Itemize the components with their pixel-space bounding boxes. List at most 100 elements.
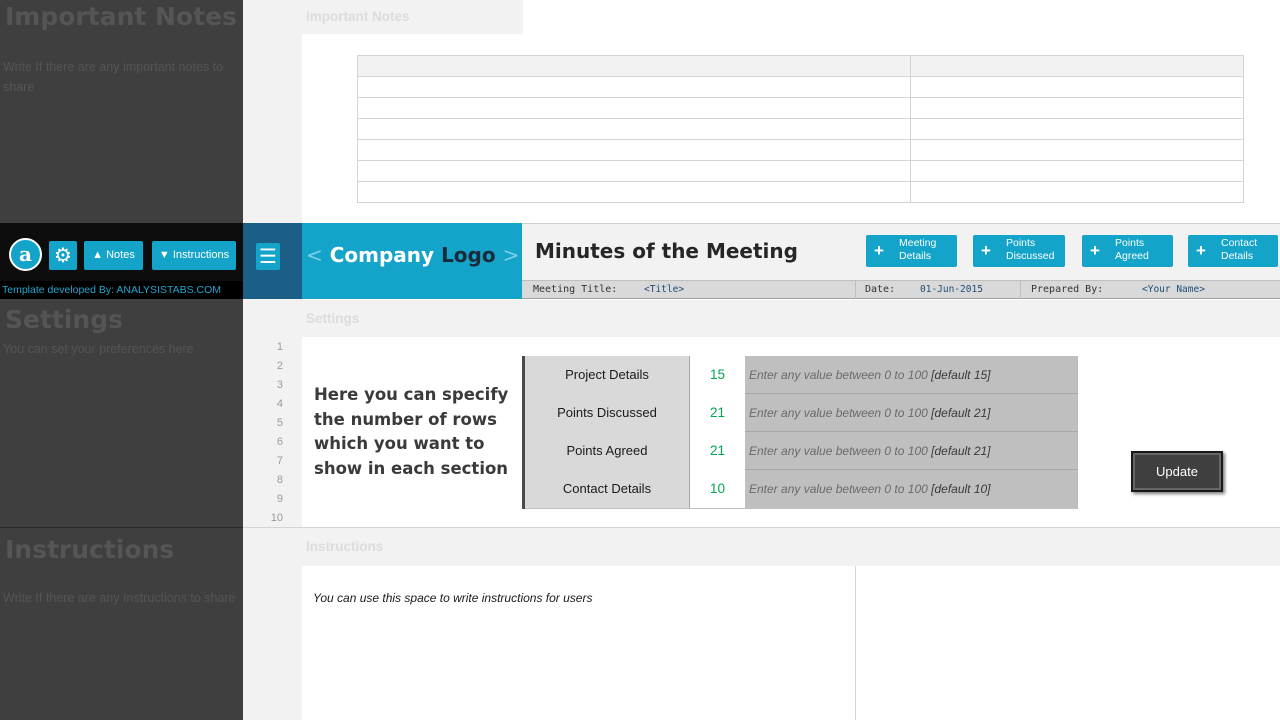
meta-divider	[855, 281, 856, 299]
row-number: 8	[276, 474, 283, 486]
meta-divider	[1020, 281, 1021, 299]
page-title: Minutes of the Meeting	[535, 239, 798, 263]
row-number: 1	[276, 341, 283, 353]
meeting-title-label: Meeting Title:	[533, 284, 618, 295]
contact-details-rows-input[interactable]: 10	[690, 470, 745, 508]
settings-panel-description: You can set your preferences here	[3, 342, 194, 356]
points-discussed-rows-input[interactable]: 21	[690, 394, 745, 432]
notes-table[interactable]	[357, 55, 1244, 203]
row-number: 10	[270, 512, 283, 524]
points-agreed-rows-input[interactable]: 21	[690, 432, 745, 470]
row-number: 2	[276, 360, 283, 372]
hint-text: Enter any value between 0 to 100	[749, 368, 928, 382]
settings-row-hint: Enter any value between 0 to 100 [defaul…	[749, 470, 991, 508]
default-value: [default 10]	[931, 482, 991, 496]
nav-button-label: Meeting Details	[899, 237, 937, 262]
settings-row-points-agreed: Points Agreed 21 Enter any value between…	[525, 432, 1078, 470]
company-logo-word: Logo	[441, 243, 496, 267]
table-cell[interactable]	[910, 118, 1244, 140]
settings-row-label: Points Agreed	[525, 432, 690, 470]
update-button[interactable]: Update	[1131, 451, 1223, 492]
left-panel: Important Notes Write If there are any i…	[0, 0, 243, 720]
table-row	[357, 55, 1244, 77]
prepared-by-label: Prepared By:	[1031, 284, 1104, 295]
settings-table: Project Details 15 Enter any value betwe…	[522, 356, 1078, 509]
default-value: [default 21]	[931, 406, 991, 420]
nav-button-label: Contact Details	[1221, 237, 1258, 262]
company-logo: < Company Logo >	[306, 243, 519, 267]
settings-row-points-discussed: Points Discussed 21 Enter any value betw…	[525, 394, 1078, 432]
instructions-text[interactable]: You can use this space to write instruct…	[313, 591, 592, 605]
settings-row-contact-details: Contact Details 10 Enter any value betwe…	[525, 470, 1078, 508]
table-cell[interactable]	[357, 160, 911, 182]
points-discussed-button[interactable]: + Points Discussed	[973, 235, 1065, 267]
instructions-section-label: Instructions	[302, 528, 1280, 566]
plus-icon: +	[1196, 241, 1206, 260]
settings-row-label: Contact Details	[525, 470, 690, 508]
project-details-rows-input[interactable]: 15	[690, 356, 745, 394]
meeting-title-field[interactable]: <Title>	[644, 281, 684, 299]
hint-text: Enter any value between 0 to 100	[749, 406, 928, 420]
table-cell[interactable]	[357, 76, 911, 98]
table-row	[357, 181, 1244, 203]
analysistabs-logo-icon[interactable]: a	[9, 238, 42, 271]
chevron-left-icon: <	[306, 243, 323, 267]
table-cell[interactable]	[910, 139, 1244, 161]
gear-icon[interactable]: ⚙	[49, 241, 77, 270]
table-cell[interactable]	[910, 76, 1244, 98]
instructions-panel-description: Write If there are any Instructions to s…	[3, 591, 236, 605]
meeting-meta-row: Meeting Title: <Title> Date: 01-Jun-2015…	[522, 280, 1280, 299]
meeting-details-button[interactable]: + Meeting Details	[866, 235, 957, 267]
settings-description: Here you can specify the number of rows …	[314, 385, 509, 478]
points-agreed-button[interactable]: + Points Agreed	[1082, 235, 1173, 267]
plus-icon: +	[874, 241, 884, 260]
row-number: 9	[276, 493, 283, 505]
date-field[interactable]: 01-Jun-2015	[920, 281, 983, 299]
row-number: 4	[276, 398, 283, 410]
table-cell[interactable]	[910, 160, 1244, 182]
contact-details-button[interactable]: + Contact Details	[1188, 235, 1278, 267]
company-name: Company	[329, 243, 435, 267]
panel-divider	[0, 527, 243, 528]
date-label: Date:	[865, 284, 896, 295]
table-row	[357, 76, 1244, 98]
settings-row-hint: Enter any value between 0 to 100 [defaul…	[749, 432, 991, 470]
hint-text: Enter any value between 0 to 100	[749, 444, 928, 458]
table-cell[interactable]	[357, 55, 911, 77]
settings-row-project-details: Project Details 15 Enter any value betwe…	[525, 356, 1078, 394]
settings-row-label: Project Details	[525, 356, 690, 394]
table-cell[interactable]	[357, 118, 911, 140]
table-cell[interactable]	[910, 181, 1244, 203]
table-row	[357, 160, 1244, 182]
hint-text: Enter any value between 0 to 100	[749, 482, 928, 496]
settings-row-hint: Enter any value between 0 to 100 [defaul…	[749, 356, 991, 394]
default-value: [default 21]	[931, 444, 991, 458]
nav-button-label: Points Agreed	[1115, 237, 1149, 262]
notes-panel-heading: Important Notes	[5, 2, 237, 31]
instructions-column-divider	[855, 566, 856, 720]
instructions-toggle-button[interactable]: ▼ Instructions	[152, 241, 236, 270]
table-cell[interactable]	[910, 55, 1244, 77]
plus-icon: +	[981, 241, 991, 260]
nav-button-label: Points Discussed	[1006, 237, 1055, 262]
table-row	[357, 97, 1244, 119]
notes-panel-description: Write If there are any important notes t…	[3, 60, 224, 94]
template-credit[interactable]: Template developed By: ANALYSISTABS.COM	[0, 281, 243, 299]
settings-row-label: Points Discussed	[525, 394, 690, 432]
table-cell[interactable]	[357, 139, 911, 161]
row-number: 5	[276, 417, 283, 429]
notes-toggle-button[interactable]: ▲ Notes	[84, 241, 143, 270]
prepared-by-field[interactable]: <Your Name>	[1142, 281, 1205, 299]
settings-panel-heading: Settings	[5, 305, 124, 334]
table-row	[357, 139, 1244, 161]
table-cell[interactable]	[357, 181, 911, 203]
plus-icon: +	[1090, 241, 1100, 260]
table-cell[interactable]	[357, 97, 911, 119]
notes-section-label: Important Notes	[302, 0, 523, 34]
table-row	[357, 118, 1244, 140]
table-cell[interactable]	[910, 97, 1244, 119]
row-number: 7	[276, 455, 283, 467]
hamburger-menu-icon[interactable]: ☰	[256, 243, 280, 270]
settings-row-hint: Enter any value between 0 to 100 [defaul…	[749, 394, 991, 432]
row-number: 3	[276, 379, 283, 391]
